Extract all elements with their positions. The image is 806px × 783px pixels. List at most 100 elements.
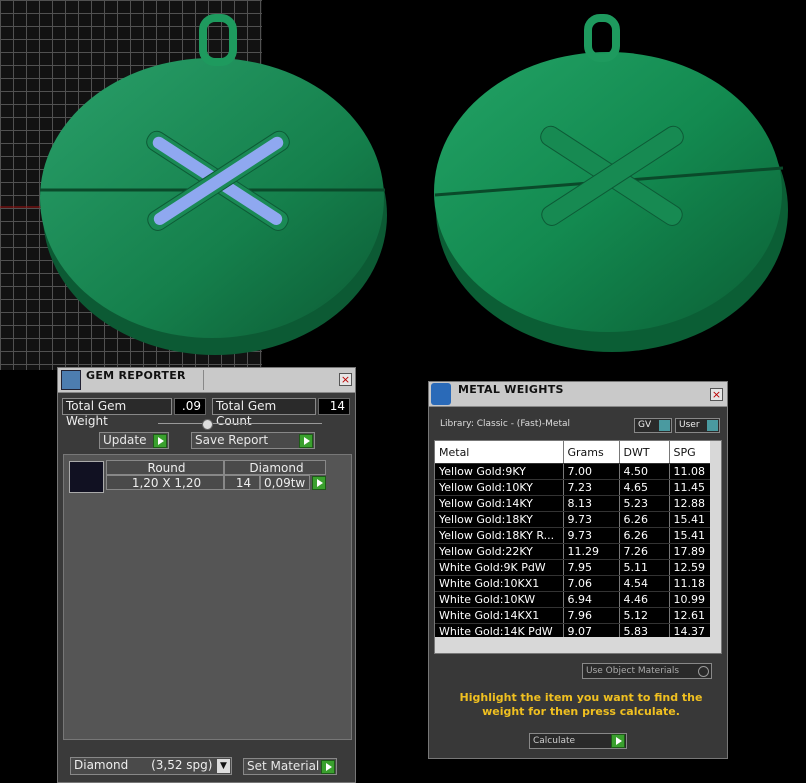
table-row[interactable]: White Gold:14KX1 7.96 5.12 12.61 bbox=[435, 607, 712, 624]
table-cell: 17.89 bbox=[669, 543, 712, 560]
play-icon bbox=[321, 760, 335, 774]
pendant-right bbox=[434, 14, 788, 352]
table-row[interactable]: Yellow Gold:14KY 8.13 5.23 12.88 bbox=[435, 495, 712, 512]
metal-weights-titlebar[interactable]: METAL WEIGHTS × bbox=[429, 382, 727, 407]
table-cell: 11.29 bbox=[563, 543, 620, 560]
gem-shape: Round bbox=[106, 460, 224, 475]
table-row[interactable]: Yellow Gold:22KY 11.29 7.26 17.89 bbox=[435, 543, 712, 560]
play-icon bbox=[299, 434, 313, 448]
column-header[interactable]: DWT bbox=[619, 441, 670, 464]
gem-list: Round Diamond 1,20 X 1,20 14 0,09tw bbox=[63, 454, 352, 740]
metal-weights-icon bbox=[431, 383, 451, 405]
save-report-button[interactable]: Save Report bbox=[191, 432, 315, 449]
gem-row[interactable]: Round Diamond 1,20 X 1,20 14 0,09tw bbox=[67, 460, 327, 494]
pendant-left bbox=[40, 14, 387, 355]
set-material-button[interactable]: Set Material bbox=[243, 758, 337, 775]
table-row[interactable]: White Gold:10KW 6.94 4.46 10.99 bbox=[435, 591, 712, 608]
table-row[interactable]: White Gold:10KX1 7.06 4.54 11.18 bbox=[435, 575, 712, 592]
gv-toggle[interactable]: GV bbox=[634, 418, 672, 433]
horizontal-scrollbar[interactable] bbox=[435, 637, 721, 653]
save-report-label: Save Report bbox=[195, 433, 269, 447]
column-header[interactable]: Grams bbox=[563, 441, 620, 464]
table-cell: 7.06 bbox=[563, 575, 620, 592]
total-gem-count-value: 14 bbox=[318, 398, 350, 415]
gem-reporter-titlebar[interactable]: GEM REPORTER × bbox=[58, 368, 355, 393]
table-cell: 5.23 bbox=[619, 495, 670, 512]
play-icon[interactable] bbox=[312, 476, 326, 490]
hint-text: Highlight the item you want to find the … bbox=[459, 691, 703, 718]
play-icon bbox=[153, 434, 167, 448]
user-toggle[interactable]: User bbox=[675, 418, 720, 433]
table-cell: White Gold:9K PdW bbox=[435, 559, 564, 576]
pendant-render bbox=[0, 14, 788, 355]
total-gem-count-label: Total Gem Count bbox=[212, 398, 316, 428]
table-row[interactable]: Yellow Gold:18KY 9.73 6.26 15.41 bbox=[435, 511, 712, 528]
table-cell: Yellow Gold:22KY bbox=[435, 543, 564, 560]
table-cell: 11.08 bbox=[669, 463, 712, 480]
material-select[interactable]: Diamond (3,52 spg) ▼ bbox=[70, 757, 232, 775]
gem-icon bbox=[61, 370, 81, 390]
use-object-materials-button[interactable]: Use Object Materials bbox=[582, 663, 712, 679]
table-cell: 7.96 bbox=[563, 607, 620, 624]
slider-knob[interactable] bbox=[202, 419, 213, 430]
table-cell: 11.18 bbox=[669, 575, 712, 592]
table-cell: 7.00 bbox=[563, 463, 620, 480]
table-cell: Yellow Gold:18KY R... bbox=[435, 527, 564, 544]
table-cell: 9.73 bbox=[563, 527, 620, 544]
table-cell: 4.65 bbox=[619, 479, 670, 496]
radio-icon bbox=[698, 666, 709, 677]
metal-weights-title: METAL WEIGHTS bbox=[458, 383, 564, 396]
library-label: Library: Classic - (Fast)-Metal bbox=[440, 419, 571, 429]
close-icon[interactable]: × bbox=[339, 373, 352, 386]
table-cell: 12.59 bbox=[669, 559, 712, 576]
table-cell: 5.12 bbox=[619, 607, 670, 624]
table-cell: Yellow Gold:14KY bbox=[435, 495, 564, 512]
play-icon bbox=[611, 734, 625, 748]
gem-reporter-title: GEM REPORTER bbox=[86, 369, 186, 382]
table-cell: 11.45 bbox=[669, 479, 712, 496]
table-cell: 10.99 bbox=[669, 591, 712, 608]
total-gem-weight-label: Total Gem Weight bbox=[62, 398, 172, 428]
round-gem-icon bbox=[69, 461, 104, 493]
metal-weights-panel: METAL WEIGHTS × Library: Classic - (Fast… bbox=[428, 381, 728, 759]
table-row[interactable]: Yellow Gold:18KY R... 9.73 6.26 15.41 bbox=[435, 527, 712, 544]
table-cell: 6.26 bbox=[619, 527, 670, 544]
set-material-label: Set Material bbox=[247, 759, 320, 773]
table-row[interactable]: Yellow Gold:10KY 7.23 4.65 11.45 bbox=[435, 479, 712, 496]
metal-table-container: Metal Grams DWT SPG Yellow Gold:9KY 7.00 4.50… bbox=[434, 440, 722, 654]
table-cell: White Gold:10KW bbox=[435, 591, 564, 608]
vertical-scrollbar[interactable] bbox=[710, 441, 721, 637]
table-cell: 6.26 bbox=[619, 511, 670, 528]
table-cell: 12.88 bbox=[669, 495, 712, 512]
close-icon[interactable]: × bbox=[710, 388, 723, 401]
table-cell: 4.46 bbox=[619, 591, 670, 608]
update-label: Update bbox=[103, 433, 147, 447]
table-cell: 15.41 bbox=[669, 527, 712, 544]
chevron-down-icon: ▼ bbox=[217, 759, 230, 773]
gem-material: Diamond bbox=[224, 460, 326, 475]
column-header[interactable]: Metal bbox=[435, 441, 564, 464]
metal-table: Metal Grams DWT SPG Yellow Gold:9KY 7.00 4.50… bbox=[435, 441, 712, 640]
table-cell: 8.13 bbox=[563, 495, 620, 512]
column-header[interactable]: SPG bbox=[669, 441, 712, 464]
divider-slider[interactable] bbox=[158, 423, 322, 424]
table-cell: 7.23 bbox=[563, 479, 620, 496]
table-cell: Yellow Gold:18KY bbox=[435, 511, 564, 528]
table-cell: White Gold:14KX1 bbox=[435, 607, 564, 624]
table-cell: Yellow Gold:10KY bbox=[435, 479, 564, 496]
update-button[interactable]: Update bbox=[99, 432, 169, 449]
table-cell: 6.94 bbox=[563, 591, 620, 608]
table-cell: 5.11 bbox=[619, 559, 670, 576]
table-cell: White Gold:10KX1 bbox=[435, 575, 564, 592]
table-cell: 4.54 bbox=[619, 575, 670, 592]
table-cell: 15.41 bbox=[669, 511, 712, 528]
table-cell: 7.95 bbox=[563, 559, 620, 576]
table-cell: 12.61 bbox=[669, 607, 712, 624]
gem-count: 14 bbox=[224, 475, 260, 490]
gem-weight: 0,09tw bbox=[260, 475, 310, 490]
table-row[interactable]: White Gold:9K PdW 7.95 5.11 12.59 bbox=[435, 559, 712, 576]
gem-size: 1,20 X 1,20 bbox=[106, 475, 224, 490]
table-row[interactable]: Yellow Gold:9KY 7.00 4.50 11.08 bbox=[435, 463, 712, 480]
gem-reporter-panel: GEM REPORTER × Total Gem Weight .09 Tota… bbox=[57, 367, 356, 783]
calculate-button[interactable]: Calculate bbox=[529, 733, 627, 749]
